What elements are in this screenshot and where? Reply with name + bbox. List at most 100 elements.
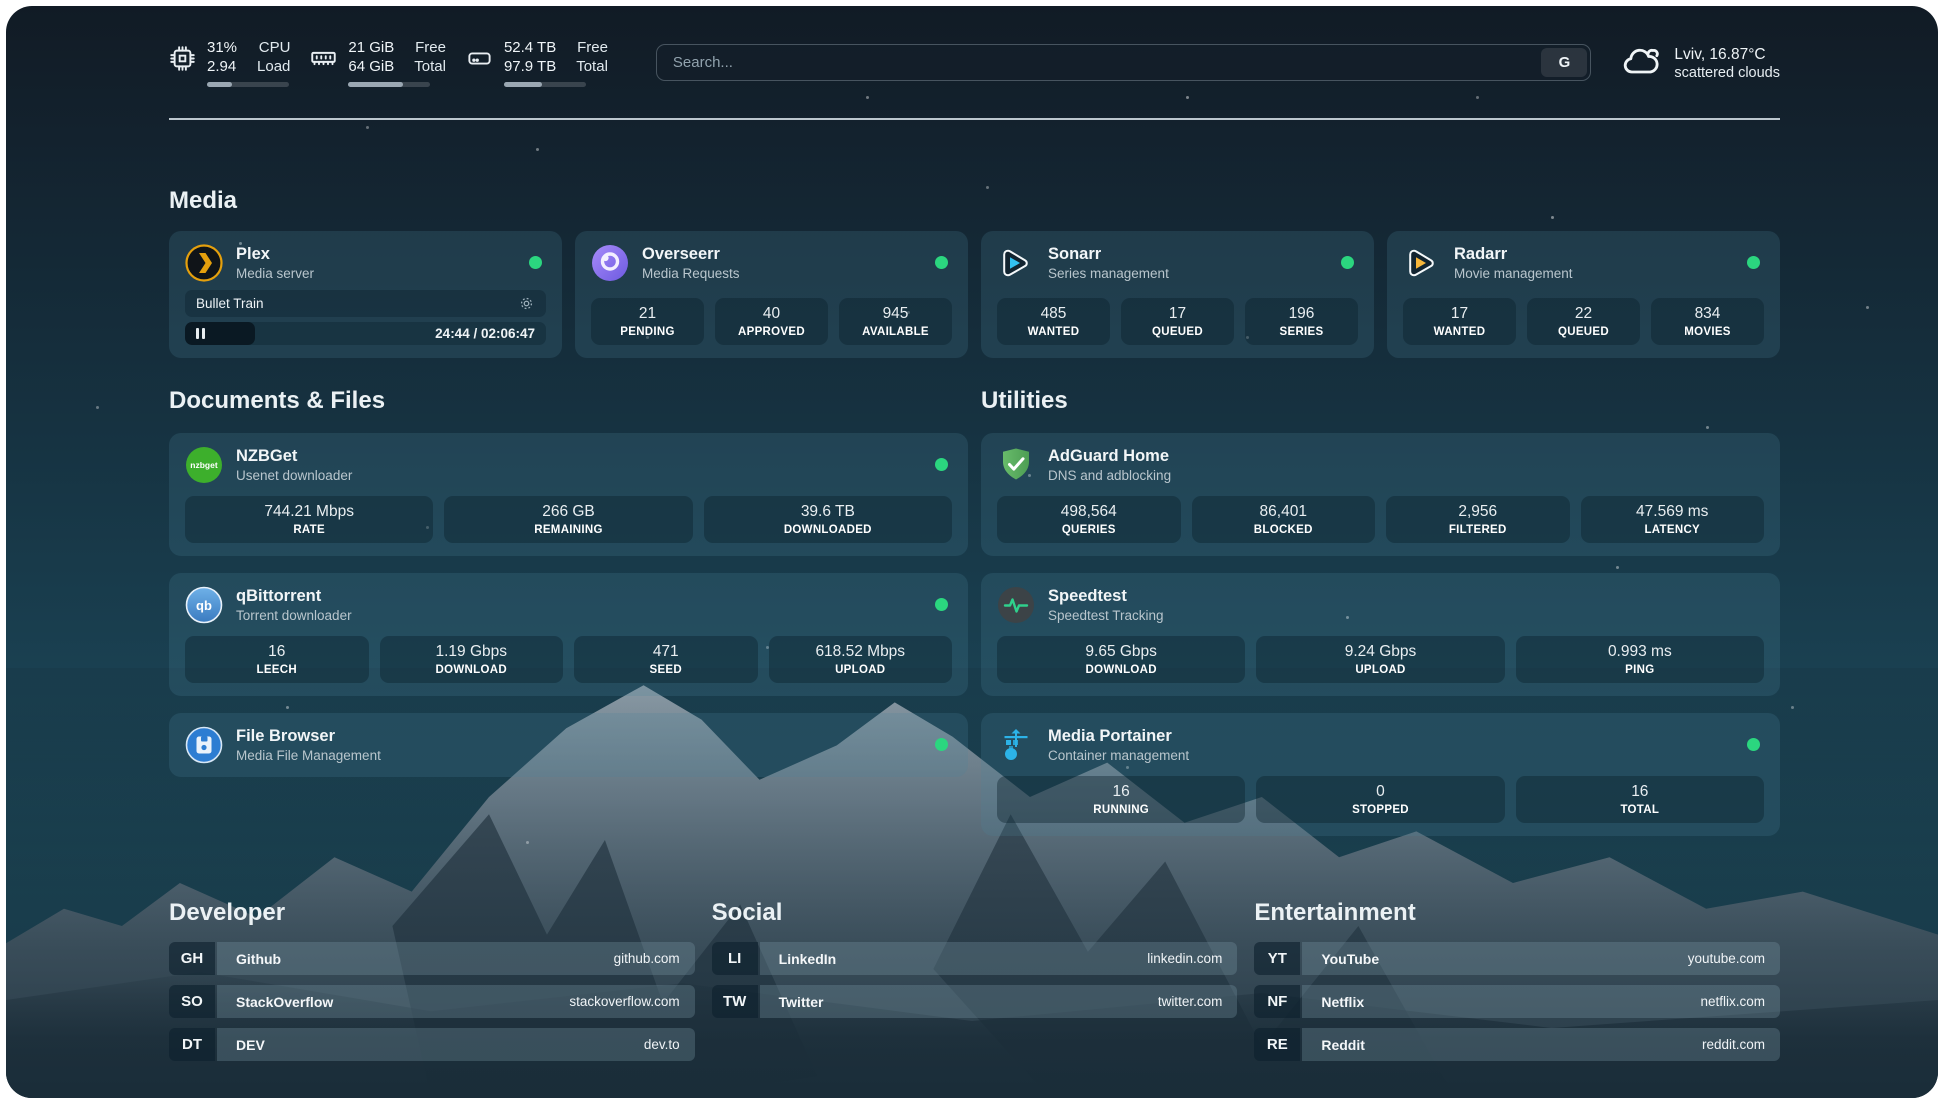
stat-label: QUEUED <box>1558 326 1609 338</box>
service-card-adguard[interactable]: AdGuard Home DNS and adblocking 498,564 … <box>981 433 1780 556</box>
link-row-dev[interactable]: DT DEV dev.to <box>169 1028 695 1061</box>
stat-box: 2,956 FILTERED <box>1386 496 1570 543</box>
service-card-speedtest[interactable]: Speedtest Speedtest Tracking 9.65 Gbps D… <box>981 573 1780 696</box>
stat-label: BLOCKED <box>1254 524 1313 536</box>
stat-label: DOWNLOADED <box>784 524 872 536</box>
service-card-overseerr[interactable]: Overseerr Media Requests 21 PENDING 40 A… <box>575 231 968 358</box>
stat-value: 21 <box>639 305 656 322</box>
cloud-icon <box>1621 42 1661 82</box>
playback-progress[interactable]: 24:44 / 02:06:47 <box>185 322 546 345</box>
stat-label: LEECH <box>257 664 297 676</box>
qbittorrent-icon: qb <box>185 586 223 624</box>
service-subtitle: Media File Management <box>236 748 381 763</box>
service-card-sonarr[interactable]: Sonarr Series management 485 WANTED 17 Q… <box>981 231 1374 358</box>
service-card-qbittorrent[interactable]: qb qBittorrent Torrent downloader 16 <box>169 573 968 696</box>
search-engine-button[interactable]: G <box>1541 48 1587 77</box>
stat-label: AVAILABLE <box>862 326 929 338</box>
weather-location: Lviv, 16.87°C <box>1674 44 1780 65</box>
nzbget-icon: nzbget <box>185 446 223 484</box>
stat-value: 16 <box>1631 783 1648 800</box>
section-title-utilities: Utilities <box>981 386 1780 415</box>
stat-label: LATENCY <box>1644 524 1700 536</box>
stat-label: SERIES <box>1280 326 1324 338</box>
stat-box: 40 APPROVED <box>715 298 828 345</box>
stat-label: UPLOAD <box>1355 664 1405 676</box>
service-card-plex[interactable]: Plex Media server Bullet Train <box>169 231 562 358</box>
link-name: YouTube <box>1321 951 1379 967</box>
stat-label: UPLOAD <box>835 664 885 676</box>
link-row-stackoverflow[interactable]: SO StackOverflow stackoverflow.com <box>169 985 695 1018</box>
now-playing-row: Bullet Train <box>185 290 546 317</box>
service-subtitle: Media Requests <box>642 266 740 281</box>
stat-label: RATE <box>293 524 325 536</box>
stat-value: 196 <box>1289 305 1315 322</box>
link-name: Github <box>236 951 281 967</box>
disk-total-value: 97.9 TB <box>504 57 556 76</box>
service-card-portainer[interactable]: Media Portainer Container management 16 … <box>981 713 1780 836</box>
stat-label: STOPPED <box>1352 804 1409 816</box>
link-row-github[interactable]: GH Github github.com <box>169 942 695 975</box>
top-bar: 31% CPU 2.94 Load 21 GiB Free <box>169 6 1780 120</box>
service-subtitle: Torrent downloader <box>236 608 352 623</box>
link-abbr: TW <box>712 985 758 1018</box>
cpu-usage-label: CPU <box>257 38 290 57</box>
service-card-nzbget[interactable]: nzbget NZBGet Usenet downloader 744.21 M… <box>169 433 968 556</box>
service-card-radarr[interactable]: Radarr Movie management 17 WANTED 22 QUE… <box>1387 231 1780 358</box>
link-row-reddit[interactable]: RE Reddit reddit.com <box>1254 1028 1780 1061</box>
portainer-icon <box>997 726 1035 764</box>
link-row-twitter[interactable]: TW Twitter twitter.com <box>712 985 1238 1018</box>
stat-box: 834 MOVIES <box>1651 298 1764 345</box>
status-dot <box>935 256 948 269</box>
search-input[interactable] <box>656 44 1592 81</box>
memory-icon <box>310 45 337 72</box>
service-subtitle: Series management <box>1048 266 1169 281</box>
link-abbr: YT <box>1254 942 1300 975</box>
link-abbr: SO <box>169 985 215 1018</box>
link-abbr: GH <box>169 942 215 975</box>
link-row-youtube[interactable]: YT YouTube youtube.com <box>1254 942 1780 975</box>
service-subtitle: DNS and adblocking <box>1048 468 1171 483</box>
link-row-linkedin[interactable]: LI LinkedIn linkedin.com <box>712 942 1238 975</box>
stat-label: QUEUED <box>1152 326 1203 338</box>
stat-box: 16 LEECH <box>185 636 369 683</box>
link-row-netflix[interactable]: NF Netflix netflix.com <box>1254 985 1780 1018</box>
service-title: Sonarr <box>1048 245 1169 265</box>
link-url: linkedin.com <box>1147 951 1222 966</box>
link-url: netflix.com <box>1700 994 1765 1009</box>
disk-icon <box>466 45 493 72</box>
stat-value: 945 <box>883 305 909 322</box>
links-area: Developer GH Github github.com SO StackO… <box>169 898 1780 1061</box>
settings-icon[interactable] <box>518 295 535 312</box>
stat-value: 39.6 TB <box>801 503 855 520</box>
service-card-filebrowser[interactable]: File Browser Media File Management <box>169 713 968 777</box>
status-dot <box>1747 256 1760 269</box>
service-title: NZBGet <box>236 447 352 467</box>
dashboard-page: 31% CPU 2.94 Load 21 GiB Free <box>0 0 1944 1104</box>
weather-condition: scattered clouds <box>1674 65 1780 81</box>
stat-label: WANTED <box>1028 326 1080 338</box>
disk-free-value: 52.4 TB <box>504 38 556 57</box>
overseerr-icon <box>591 244 629 282</box>
stat-value: 744.21 Mbps <box>264 503 354 520</box>
status-dot <box>935 738 948 751</box>
stat-value: 9.24 Gbps <box>1345 643 1417 660</box>
link-url: stackoverflow.com <box>569 994 679 1009</box>
status-dot <box>529 256 542 269</box>
service-subtitle: Media server <box>236 266 314 281</box>
stat-box: 16 RUNNING <box>997 776 1245 823</box>
stat-value: 16 <box>1113 783 1130 800</box>
documents-column: Documents & Files nzbget NZBGet Usenet d… <box>169 386 968 836</box>
link-abbr: NF <box>1254 985 1300 1018</box>
service-subtitle: Usenet downloader <box>236 468 352 483</box>
link-name: DEV <box>236 1037 265 1053</box>
stat-label: SEED <box>649 664 682 676</box>
stat-value: 2,956 <box>1458 503 1497 520</box>
disk-free-label: Free <box>576 38 608 57</box>
service-title: Radarr <box>1454 245 1573 265</box>
memory-metric: 21 GiB Free 64 GiB Total <box>310 38 446 87</box>
playback-time: 24:44 / 02:06:47 <box>435 326 535 341</box>
service-title: Media Portainer <box>1048 727 1189 747</box>
section-title-social: Social <box>712 898 1238 927</box>
cpu-progress-bar <box>207 82 289 87</box>
disk-metric: 52.4 TB Free 97.9 TB Total <box>466 38 608 87</box>
